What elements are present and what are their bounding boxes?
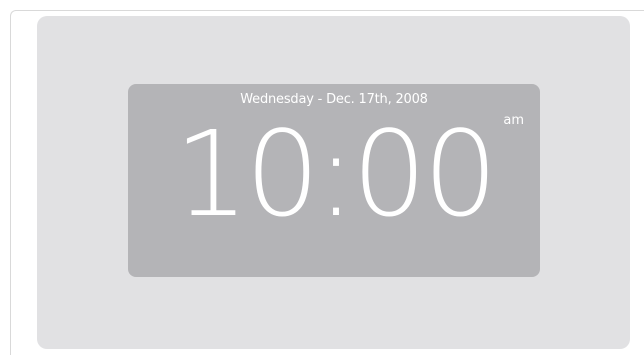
time-label: 10:00 [173, 105, 498, 243]
clock-display: Wednesday - Dec. 17th, 2008 10:00 am [128, 84, 540, 277]
am-pm-label: am [503, 113, 524, 128]
